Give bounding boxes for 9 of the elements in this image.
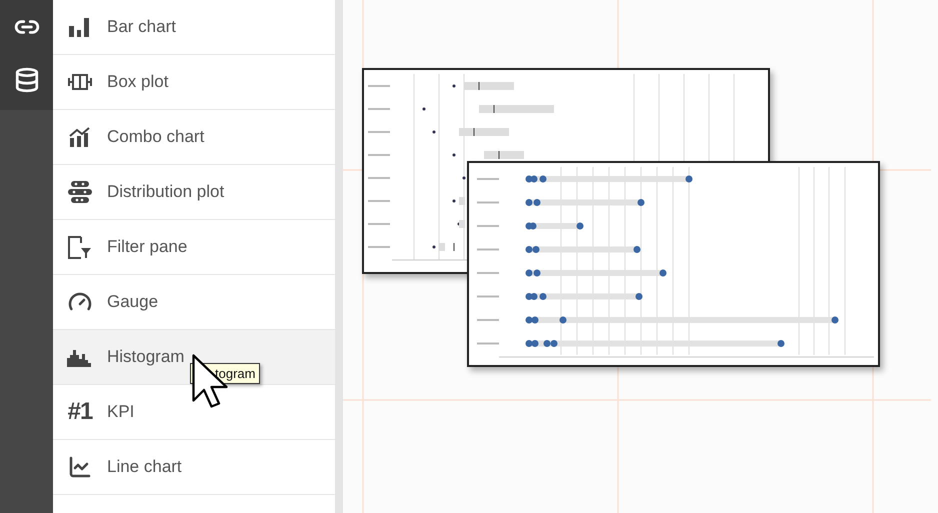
kpi-icon: #1 — [68, 400, 92, 424]
database-icon[interactable] — [14, 67, 40, 93]
distribution-plot-icon — [68, 181, 92, 203]
line-chart-icon — [68, 455, 92, 479]
histogram-icon — [67, 347, 93, 367]
filter-pane-icon — [68, 235, 92, 259]
box-plot-icon — [68, 72, 92, 92]
combo-chart-icon — [69, 127, 91, 147]
bar-chart-icon — [68, 16, 92, 38]
